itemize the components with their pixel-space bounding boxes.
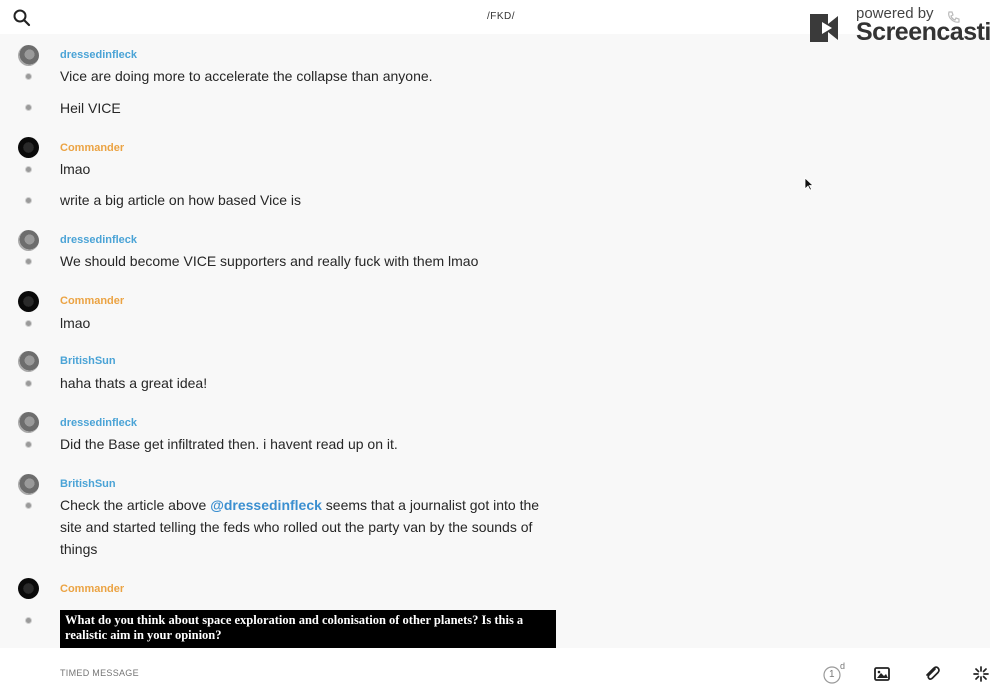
message-text-multiline: Check the article above @dressedinfleck … xyxy=(60,494,560,560)
username[interactable]: Commander xyxy=(60,295,124,307)
attached-image[interactable]: What do you think about space exploratio… xyxy=(60,610,556,648)
user-mention-link[interactable]: @dressedinfleck xyxy=(210,497,322,513)
message-status-dot xyxy=(25,441,32,448)
avatar[interactable] xyxy=(18,137,39,158)
message-status-dot xyxy=(25,73,32,80)
message-status-dot xyxy=(25,166,32,173)
message-status-dot xyxy=(25,320,32,327)
timed-message-input[interactable] xyxy=(60,668,360,678)
timer-value: 1 xyxy=(829,669,835,680)
message-status-dot xyxy=(25,617,32,624)
mouse-cursor-icon xyxy=(804,177,814,191)
avatar[interactable] xyxy=(18,474,39,495)
message-list[interactable]: dressedinfleck Vice are doing more to ac… xyxy=(0,34,990,648)
message-text: Heil VICE xyxy=(60,100,121,116)
message-status-dot xyxy=(25,380,32,387)
message-text: We should become VICE supporters and rea… xyxy=(60,253,479,269)
username[interactable]: dressedinfleck xyxy=(60,417,137,429)
message-text: lmao xyxy=(60,161,91,177)
username[interactable]: Commander xyxy=(60,142,124,154)
sparkle-icon[interactable] xyxy=(971,664,990,684)
username[interactable]: BritishSun xyxy=(60,355,116,367)
avatar[interactable] xyxy=(18,351,39,372)
message-text: Check the article above xyxy=(60,497,211,513)
message-status-dot xyxy=(25,104,32,111)
timer-icon[interactable]: 1 d xyxy=(822,661,846,687)
phone-icon xyxy=(948,11,960,23)
avatar[interactable] xyxy=(18,412,39,433)
username[interactable]: Commander xyxy=(60,583,124,595)
paperclip-icon[interactable] xyxy=(922,664,942,684)
avatar[interactable] xyxy=(18,291,39,312)
username[interactable]: dressedinfleck xyxy=(60,49,137,61)
message-text: Did the Base get infiltrated then. i hav… xyxy=(60,436,398,452)
composer-bar: 1 d xyxy=(0,648,990,700)
message-status-dot xyxy=(25,502,32,509)
message-text: write a big article on how based Vice is xyxy=(60,192,301,208)
timer-unit: d xyxy=(840,661,846,671)
avatar[interactable] xyxy=(18,578,39,599)
message-text: lmao xyxy=(60,315,91,331)
message-status-dot xyxy=(25,258,32,265)
username[interactable]: BritishSun xyxy=(60,478,116,490)
message-text: Vice are doing more to accelerate the co… xyxy=(60,68,433,84)
message-status-dot xyxy=(25,197,32,204)
avatar[interactable] xyxy=(18,230,39,251)
image-icon[interactable] xyxy=(872,664,892,684)
avatar[interactable] xyxy=(18,45,39,66)
top-bar: /FKD/ powered by Screencastify xyxy=(0,0,990,46)
username[interactable]: dressedinfleck xyxy=(60,234,137,246)
message-text: haha thats a great idea! xyxy=(60,375,208,391)
